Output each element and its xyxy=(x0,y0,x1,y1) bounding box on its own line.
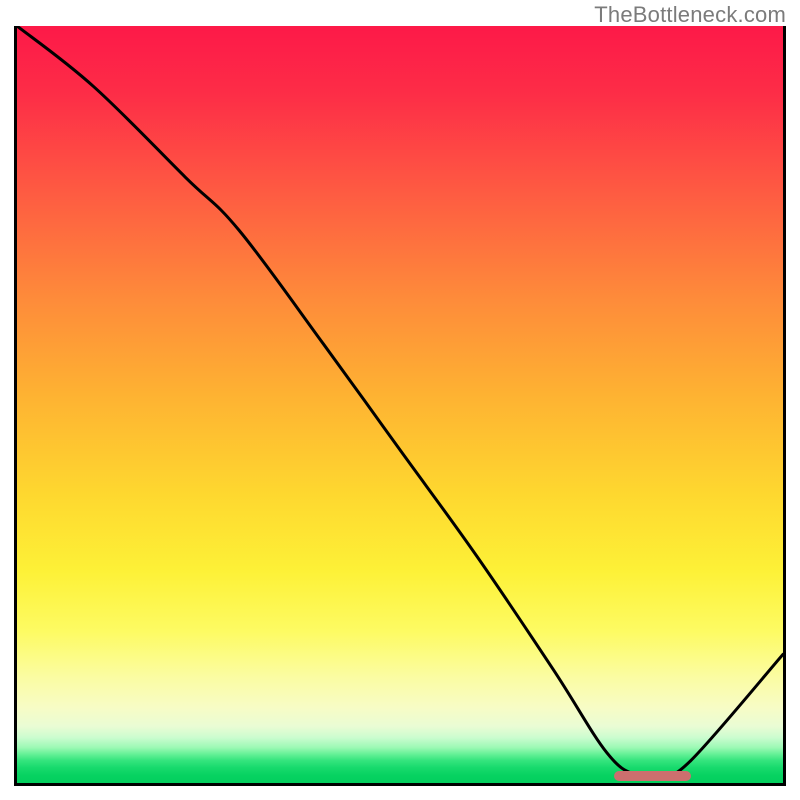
bottleneck-curve xyxy=(17,26,783,783)
chart-canvas: TheBottleneck.com xyxy=(0,0,800,800)
optimal-range-marker xyxy=(614,771,691,781)
attribution-label: TheBottleneck.com xyxy=(594,2,786,28)
plot-area xyxy=(14,26,786,786)
